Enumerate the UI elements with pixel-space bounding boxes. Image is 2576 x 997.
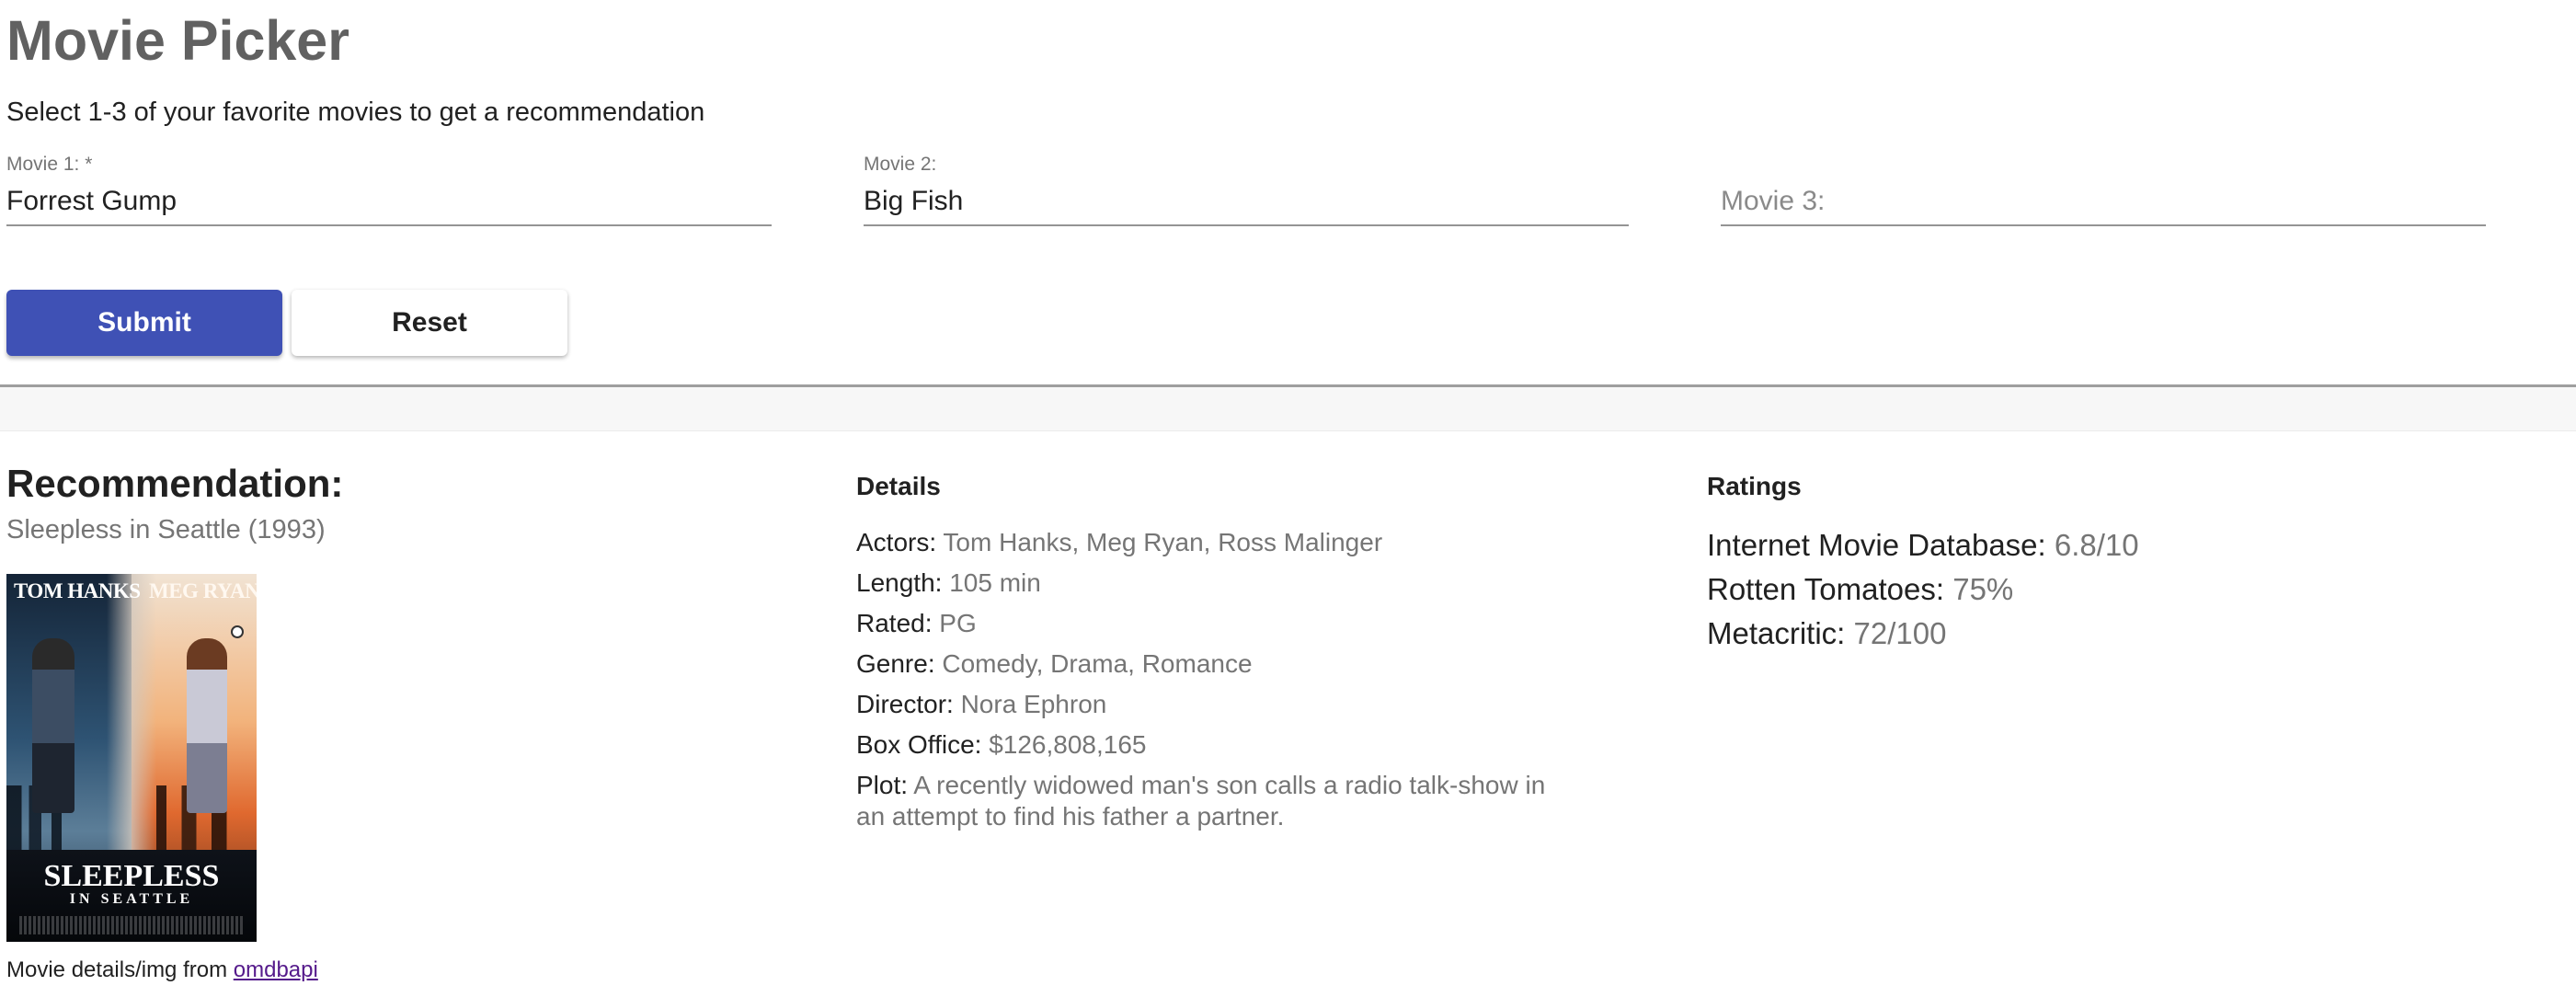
- movie-1-input[interactable]: [6, 184, 772, 219]
- details-list: Actors: Tom Hanks, Meg Ryan, Ross Maling…: [856, 527, 1574, 842]
- rating-label: Internet Movie Database:: [1707, 528, 2046, 562]
- ratings-list: Internet Movie Database: 6.8/10 Rotten T…: [1707, 527, 2443, 659]
- movie-2-underline: [864, 224, 1629, 226]
- poster-actor-left: TOM HANKS: [14, 579, 141, 602]
- movie-3-underline: [1721, 224, 2486, 226]
- poster-actor-right: MEG RYAN: [149, 579, 257, 602]
- detail-value: PG: [939, 609, 977, 637]
- movie-3-field[interactable]: [1721, 149, 2486, 226]
- detail-row-plot: Plot: A recently widowed man's son calls…: [856, 770, 1574, 832]
- poster-title: SLEEPLESS: [43, 859, 220, 893]
- rating-value: 6.8/10: [2054, 528, 2139, 562]
- detail-value: Comedy, Drama, Romance: [942, 649, 1253, 678]
- recommendation-heading: Recommendation:: [6, 462, 344, 505]
- reset-button[interactable]: Reset: [292, 290, 567, 356]
- detail-value: $126,808,165: [989, 730, 1147, 759]
- poster-credits-block: [19, 916, 244, 934]
- movie-poster-image: TOM HANKS MEG RYAN SLEEPLESS IN SEATTLE: [6, 574, 257, 942]
- detail-row-genre: Genre: Comedy, Drama, Romance: [856, 648, 1574, 680]
- movie-3-input[interactable]: [1721, 184, 2486, 219]
- page-subtitle: Select 1-3 of your favorite movies to ge…: [6, 97, 705, 127]
- movie-picker-page: Movie Picker Select 1-3 of your favorite…: [0, 0, 2576, 997]
- poster-moon: [231, 625, 244, 638]
- rating-value: 72/100: [1853, 616, 1947, 650]
- detail-label: Length:: [856, 568, 943, 597]
- submit-button[interactable]: Submit: [6, 290, 282, 356]
- poster-man-figure: [32, 638, 74, 813]
- rating-row-rotten-tomatoes: Rotten Tomatoes: 75%: [1707, 571, 2443, 608]
- rating-row-imdb: Internet Movie Database: 6.8/10: [1707, 527, 2443, 564]
- movie-1-underline: [6, 224, 772, 226]
- detail-label: Genre:: [856, 649, 935, 678]
- rating-row-metacritic: Metacritic: 72/100: [1707, 615, 2443, 652]
- detail-label: Plot:: [856, 771, 909, 799]
- rating-value: 75%: [1952, 572, 2014, 606]
- movie-2-label: Movie 2:: [864, 154, 937, 175]
- detail-value: Nora Ephron: [960, 690, 1107, 718]
- detail-value: 105 min: [949, 568, 1041, 597]
- movie-2-input[interactable]: [864, 184, 1629, 219]
- page-title: Movie Picker: [6, 9, 349, 72]
- detail-row-rated: Rated: PG: [856, 608, 1574, 639]
- rating-label: Metacritic:: [1707, 616, 1846, 650]
- movie-1-field[interactable]: Movie 1: *: [6, 149, 772, 226]
- data-source-credit: Movie details/img from omdbapi: [6, 957, 318, 984]
- detail-row-actors: Actors: Tom Hanks, Meg Ryan, Ross Maling…: [856, 527, 1574, 558]
- detail-value: A recently widowed man's son calls a rad…: [856, 771, 1546, 831]
- recommended-movie-title: Sleepless in Seattle (1993): [6, 515, 326, 544]
- detail-row-box-office: Box Office: $126,808,165: [856, 729, 1574, 761]
- detail-row-director: Director: Nora Ephron: [856, 689, 1574, 720]
- poster-woman-figure: [187, 638, 227, 813]
- detail-label: Rated:: [856, 609, 933, 637]
- detail-value: Tom Hanks, Meg Ryan, Ross Malinger: [943, 528, 1383, 556]
- ratings-heading: Ratings: [1707, 472, 1802, 500]
- poster-subtitle: IN SEATTLE: [69, 891, 194, 907]
- detail-row-length: Length: 105 min: [856, 567, 1574, 599]
- rating-label: Rotten Tomatoes:: [1707, 572, 1945, 606]
- detail-label: Actors:: [856, 528, 937, 556]
- movie-2-field[interactable]: Movie 2:: [864, 149, 1629, 226]
- section-divider-band: [0, 387, 2576, 431]
- movie-1-label: Movie 1: *: [6, 154, 93, 175]
- omdbapi-link[interactable]: omdbapi: [234, 957, 318, 982]
- credit-prefix: Movie details/img from: [6, 957, 234, 982]
- detail-label: Box Office:: [856, 730, 982, 759]
- details-heading: Details: [856, 472, 941, 500]
- detail-label: Director:: [856, 690, 954, 718]
